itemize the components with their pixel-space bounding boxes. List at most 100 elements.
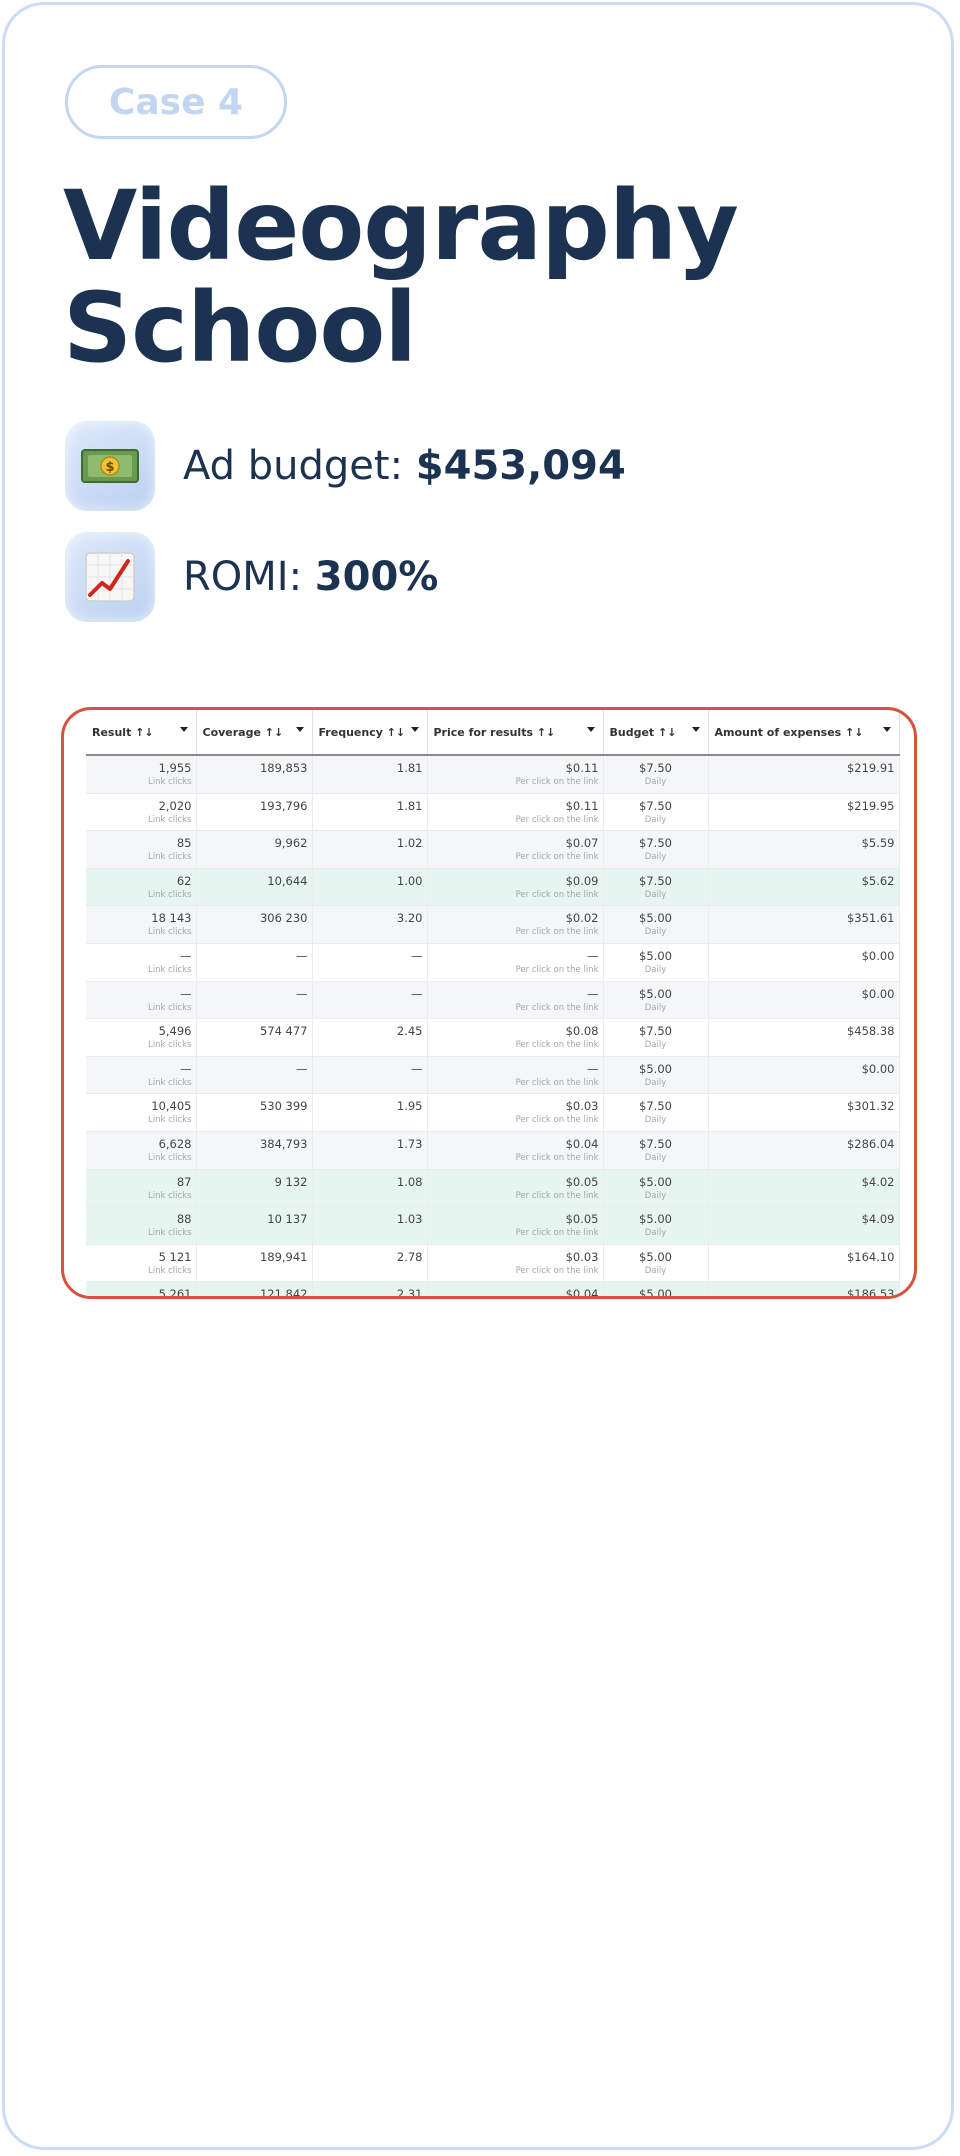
cell-coverage: 574 477 [196, 1018, 313, 1057]
cell-coverage: 530 399 [196, 1093, 313, 1132]
page-title: Videography School [63, 175, 739, 379]
chevron-down-icon[interactable] [410, 727, 419, 732]
case-card: Case 4 Videography School $ Ad budget: $… [2, 2, 954, 2150]
table-row[interactable]: 88 Link clicks 10 137 1.03 $0.05 Per click on… [86, 1206, 900, 1245]
table-row[interactable]: 2,020 Link clicks 193,796 1.81 $0.11 Per clic… [86, 793, 900, 832]
cell-result: 85 Link clicks [86, 830, 197, 869]
cell-coverage: 306 230 [196, 905, 313, 944]
cell-result: 5 261 [86, 1281, 197, 1296]
cell-coverage: 10,644 [196, 868, 313, 907]
cell-budget: $5.00 Daily [603, 943, 709, 982]
column-header-price[interactable]: Price for results ↑↓ [427, 710, 604, 756]
cell-price: — Per click on the link [427, 943, 604, 982]
table-row[interactable]: 6,628 Link clicks 384,793 1.73 $0.04 Per clic… [86, 1131, 900, 1170]
table-row[interactable]: 1,955 Link clicks 189,853 1.81 $0.11 Per clic… [86, 755, 900, 794]
cell-frequency: 1.73 [312, 1131, 428, 1170]
table-row[interactable]: — Link clicks — — — Per click on the link $5.0… [86, 943, 900, 982]
title-line-1: Videography [63, 170, 739, 282]
cell-amount: $286.04 [708, 1131, 900, 1170]
table-row[interactable]: 85 Link clicks 9,962 1.02 $0.07 Per click on … [86, 830, 900, 869]
cell-result: — Link clicks [86, 1056, 197, 1095]
ad-budget-value: $453,094 [415, 443, 626, 489]
cell-amount: $351.61 [708, 905, 900, 944]
ads-results-table: Result ↑↓ Coverage ↑↓ Frequency ↑↓ Price… [86, 710, 900, 1296]
cell-budget: $5.00 Daily [603, 1056, 709, 1095]
cell-budget: $7.50 Daily [603, 1093, 709, 1132]
table-row[interactable]: 62 Link clicks 10,644 1.00 $0.09 Per click on… [86, 868, 900, 907]
table-row[interactable]: 18 143 Link clicks 306 230 3.20 $0.02 Per cli… [86, 905, 900, 944]
cell-result: 2,020 Link clicks [86, 793, 197, 832]
cell-result: 18 143 Link clicks [86, 905, 197, 944]
cell-result: 5 121 Link clicks [86, 1244, 197, 1283]
table-row[interactable]: — Link clicks — — — Per click on the link $5.0… [86, 1056, 900, 1095]
cell-price: $0.03 Per click on the link [427, 1093, 604, 1132]
cell-budget: $7.50 Daily [603, 793, 709, 832]
table-row[interactable]: 5,496 Link clicks 574 477 2.45 $0.08 Per clic… [86, 1018, 900, 1057]
table-row[interactable]: 5 121 Link clicks 189,941 2.78 $0.03 Per clic… [86, 1244, 900, 1283]
cell-budget: $7.50 Daily [603, 868, 709, 907]
case-badge: Case 4 [65, 65, 287, 139]
cell-budget: $5.00 [603, 1281, 709, 1296]
cell-frequency: — [312, 943, 428, 982]
cell-price: $0.05 Per click on the link [427, 1169, 604, 1208]
cell-amount: $0.00 [708, 943, 900, 982]
cell-price: $0.11 Per click on the link [427, 755, 604, 794]
cell-amount: $0.00 [708, 981, 900, 1020]
column-header-amount[interactable]: Amount of expenses ↑↓ [708, 710, 900, 756]
table-row[interactable]: 87 Link clicks 9 132 1.08 $0.05 Per click on … [86, 1169, 900, 1208]
cell-budget: $7.50 Daily [603, 830, 709, 869]
cell-coverage: — [196, 943, 313, 982]
column-header-budget[interactable]: Budget ↑↓ [603, 710, 709, 756]
cell-frequency: 2.31 [312, 1281, 428, 1296]
cell-price: — Per click on the link [427, 1056, 604, 1095]
stat-romi: ROMI: 300% [65, 532, 438, 622]
chart-increasing-icon [65, 532, 155, 622]
ads-results-screenshot: Result ↑↓ Coverage ↑↓ Frequency ↑↓ Price… [61, 707, 917, 1299]
cell-price: $0.08 Per click on the link [427, 1018, 604, 1057]
cell-coverage: — [196, 981, 313, 1020]
cell-frequency: 3.20 [312, 905, 428, 944]
cell-frequency: 2.78 [312, 1244, 428, 1283]
romi-value: 300% [314, 554, 439, 600]
cell-budget: $7.50 Daily [603, 755, 709, 794]
cell-coverage: 384,793 [196, 1131, 313, 1170]
table-row[interactable]: — Link clicks — — — Per click on the link $5.0… [86, 981, 900, 1020]
stat-ad-budget: $ Ad budget: $453,094 [65, 421, 626, 511]
cell-budget: $5.00 Daily [603, 905, 709, 944]
chevron-down-icon[interactable] [295, 727, 304, 732]
column-header-result[interactable]: Result ↑↓ [86, 710, 197, 756]
cell-amount: $301.32 [708, 1093, 900, 1132]
chevron-down-icon[interactable] [691, 727, 700, 732]
table-row[interactable]: 5 261 121,842 2.31 $0.04 $5.00 $186.53 [86, 1281, 900, 1296]
cell-amount: $186.53 [708, 1281, 900, 1296]
table-header-row: Result ↑↓ Coverage ↑↓ Frequency ↑↓ Price… [86, 710, 900, 756]
cell-result: 62 Link clicks [86, 868, 197, 907]
cell-budget: $5.00 Daily [603, 1206, 709, 1245]
cell-result: 88 Link clicks [86, 1206, 197, 1245]
cell-frequency: 1.00 [312, 868, 428, 907]
cell-price: $0.03 Per click on the link [427, 1244, 604, 1283]
column-header-frequency[interactable]: Frequency ↑↓ [312, 710, 428, 756]
romi-label: ROMI: [183, 554, 315, 600]
cell-amount: $164.10 [708, 1244, 900, 1283]
cell-result: 87 Link clicks [86, 1169, 197, 1208]
chevron-down-icon[interactable] [586, 727, 595, 732]
cell-amount: $4.09 [708, 1206, 900, 1245]
cell-frequency: 1.02 [312, 830, 428, 869]
cell-amount: $219.95 [708, 793, 900, 832]
cell-price: $0.07 Per click on the link [427, 830, 604, 869]
cell-result: — Link clicks [86, 943, 197, 982]
cell-result: — Link clicks [86, 981, 197, 1020]
cell-coverage: — [196, 1056, 313, 1095]
column-header-coverage[interactable]: Coverage ↑↓ [196, 710, 313, 756]
chevron-down-icon[interactable] [179, 727, 188, 732]
cell-price: $0.02 Per click on the link [427, 905, 604, 944]
cell-budget: $5.00 Daily [603, 981, 709, 1020]
cell-amount: $4.02 [708, 1169, 900, 1208]
cell-price: $0.11 Per click on the link [427, 793, 604, 832]
title-line-2: School [63, 272, 417, 384]
chevron-down-icon[interactable] [882, 727, 891, 732]
cell-coverage: 189,853 [196, 755, 313, 794]
table-row[interactable]: 10,405 Link clicks 530 399 1.95 $0.03 Per cli… [86, 1093, 900, 1132]
cell-price: — Per click on the link [427, 981, 604, 1020]
